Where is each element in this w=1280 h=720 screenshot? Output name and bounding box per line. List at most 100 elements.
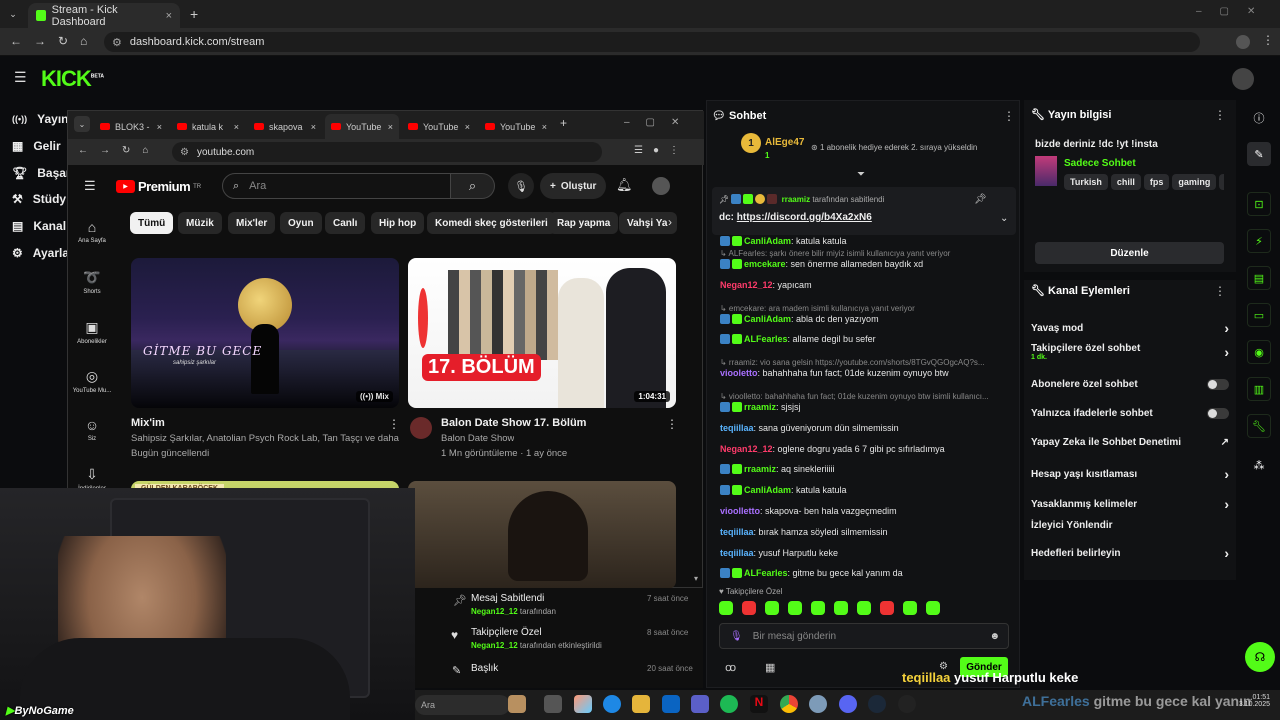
chat-username[interactable]: CanliAdam [744, 236, 791, 246]
emote-icon[interactable] [719, 601, 733, 615]
chat-username[interactable]: rraamiz [744, 402, 776, 412]
discord-icon[interactable] [839, 695, 857, 713]
tool-icon[interactable]: 🔧︎ [1247, 414, 1271, 438]
inner-tab-search-icon[interactable]: ⌄ [74, 116, 90, 132]
chat-message[interactable]: CanliAdam: katula katula [720, 236, 1012, 246]
taskbar-widget-icon[interactable] [508, 695, 526, 713]
taskbar-search[interactable]: Ara [415, 695, 510, 715]
actions-menu-dots-icon[interactable]: ⋮ [1214, 284, 1226, 298]
activity-item[interactable]: ✎ Başlık 20 saat önce [415, 660, 703, 690]
chat-input[interactable]: 🎙︎ Bir mesaj gönderin ☻ [719, 623, 1009, 649]
clip-icon[interactable]: ⊡ [1247, 192, 1271, 216]
chip[interactable]: Canlı [325, 212, 366, 234]
inner-tab-active[interactable]: YouTube × [325, 114, 399, 139]
yt-menu-icon[interactable]: ☰ [84, 178, 96, 194]
emote-bar[interactable] [719, 601, 1011, 615]
chat-message[interactable]: ALFearles: gitme bu gece kal yanım da [720, 568, 1012, 579]
teams-icon[interactable] [691, 695, 709, 713]
chat-message[interactable]: CanliAdam: katula katula [720, 485, 1012, 496]
chat-username[interactable]: CanliAdam [744, 485, 791, 495]
window-controls[interactable]: –▢✕ [1196, 6, 1273, 17]
youtube-premium-logo[interactable]: ▶ Premium TR [116, 179, 201, 194]
discord-link[interactable]: https://discord.gg/b4Xa2xN6 [737, 212, 872, 223]
outer-tab-close-icon[interactable]: × [166, 10, 172, 22]
nav-item-gelir[interactable]: ▦ Gelir [12, 139, 61, 153]
support-headset-icon[interactable]: ☊ [1245, 642, 1275, 672]
emote-icon[interactable] [926, 601, 940, 615]
chat-message[interactable]: emcekare: sen önerme allameden baydık xd [720, 259, 1012, 269]
expand-leaderboard-icon[interactable]: ⏷ [857, 169, 865, 180]
document-icon[interactable]: ▤ [1247, 266, 1271, 290]
video-thumbnail-singer[interactable] [408, 481, 676, 589]
channel-action-item[interactable]: Takipçilere özel sohbet 1 dk. › [1031, 343, 1229, 361]
info-icon[interactable]: ⓘ [1247, 106, 1271, 130]
inner-tab[interactable]: YouTube × [479, 114, 553, 139]
hamburger-menu-icon[interactable]: ☰ [14, 69, 27, 86]
chat-menu-dots-icon[interactable]: ⋮ [1003, 109, 1015, 123]
chip[interactable]: Hip hop [371, 212, 425, 234]
channel-action-item[interactable]: Yalnızca ifadelerle sohbet [1031, 408, 1229, 419]
video-title[interactable]: Mix'im [131, 417, 165, 429]
info-menu-dots-icon[interactable]: ⋮ [1214, 108, 1226, 122]
chat-username[interactable]: Negan12_12 [720, 280, 773, 290]
top-gifter-name[interactable]: AlEge47 [765, 137, 804, 148]
channel-action-item[interactable]: Yapay Zeka ile Sohbet Denetimi ↗ [1031, 437, 1229, 448]
yt-side-music[interactable]: ◎ YouTube Mu... [68, 368, 116, 394]
yt-search-button[interactable]: ⌕ [451, 173, 495, 199]
channel-action-item[interactable]: Yavaş mod › [1031, 320, 1229, 336]
nav-item-ayarlar[interactable]: ⚙ Ayarla [12, 246, 69, 260]
chip[interactable]: Mix'ler [228, 212, 276, 234]
chat-icon[interactable]: ▭ [1247, 303, 1271, 327]
inner-nav-buttons[interactable]: ←→↻⌂ [78, 145, 160, 156]
outlook-icon[interactable] [662, 695, 680, 713]
emote-icon[interactable] [811, 601, 825, 615]
yt-side-shorts[interactable]: ➰ Shorts [68, 269, 116, 295]
video-channel[interactable]: Balon Date Show [441, 433, 514, 444]
category-name[interactable]: Sadece Sohbet [1064, 158, 1136, 169]
obs-icon[interactable] [898, 695, 916, 713]
inner-address-bar[interactable]: ⚙ youtube.com [172, 142, 602, 162]
yt-side-you[interactable]: ☺ Siz [68, 417, 116, 442]
chat-message[interactable]: teqiillaa: sana güveniyorum dün silmemis… [720, 423, 1012, 433]
chip-all[interactable]: Tümü [130, 212, 174, 234]
new-tab-button[interactable]: + [190, 6, 198, 22]
channel-action-item[interactable]: Abonelere özel sohbet [1031, 379, 1229, 390]
video-subtitle[interactable]: Sahipsiz Şarkılar, Anatolian Psych Rock … [131, 433, 401, 444]
channel-action-item[interactable]: Hedefleri belirleyin › [1031, 545, 1229, 561]
chat-message[interactable]: ALFearles: allame degil bu sefer [720, 334, 1012, 345]
chat-message[interactable]: rraamiz: aq sinekleriiiii [720, 464, 1012, 475]
kick-logo[interactable]: KICKBETA [41, 66, 104, 92]
chat-username[interactable]: Negan12_12 [720, 444, 773, 454]
settings-app-icon[interactable] [809, 695, 827, 713]
edit-pencil-icon[interactable]: ✎ [1247, 142, 1271, 166]
tab-search-icon[interactable]: ⌄ [6, 7, 20, 21]
emote-icon[interactable] [834, 601, 848, 615]
lightning-icon[interactable]: ⚡︎ [1247, 229, 1271, 253]
chip[interactable]: Oyun [280, 212, 322, 234]
inner-tab[interactable]: BLOK3 - × [94, 114, 168, 139]
toggle-switch[interactable] [1207, 408, 1229, 419]
activity-item[interactable]: 📌︎ Mesaj Sabitlendi Negan12_12 tarafında… [415, 590, 703, 620]
steam-icon[interactable] [868, 695, 886, 713]
emote-icon[interactable] [903, 601, 917, 615]
video-title[interactable]: Balon Date Show 17. Bölüm [441, 417, 586, 429]
chat-message[interactable]: vioolletto: skapova- ben hala vazgeçmedi… [720, 506, 1012, 516]
video-menu-dots-icon[interactable]: ⋮ [388, 417, 400, 431]
activity-item[interactable]: ♥ Takipçilere Özel Negan12_12 tarafından… [415, 624, 703, 654]
profile-avatar[interactable] [1236, 35, 1250, 49]
yt-avatar[interactable] [652, 177, 670, 195]
edit-button[interactable]: Düzenle [1035, 242, 1224, 264]
chat-username[interactable]: teqiillaa [720, 548, 754, 558]
channel-action-item[interactable]: İzleyici Yönlendir [1031, 520, 1229, 531]
chat-username[interactable]: ALFearles [744, 568, 788, 578]
chat-message[interactable]: CanliAdam: abla dc den yazıyom [720, 313, 1012, 324]
nav-buttons[interactable]: ←→↻⌂ [10, 34, 99, 48]
task-view-icon[interactable] [544, 695, 562, 713]
collapse-chevron-icon[interactable]: ⌄ [1000, 213, 1008, 224]
inner-window-controls[interactable]: –▢✕ [624, 117, 695, 128]
chat-username[interactable]: teqiillaa [720, 527, 754, 537]
voice-search-mic-icon[interactable]: 🎙︎ [508, 173, 534, 199]
chat-message[interactable]: teqiillaa: bırak hamza söyledi silmemiss… [720, 527, 1012, 537]
file-explorer-icon[interactable] [632, 695, 650, 713]
nav-item-kanal[interactable]: ▤ Kanal [12, 219, 66, 233]
